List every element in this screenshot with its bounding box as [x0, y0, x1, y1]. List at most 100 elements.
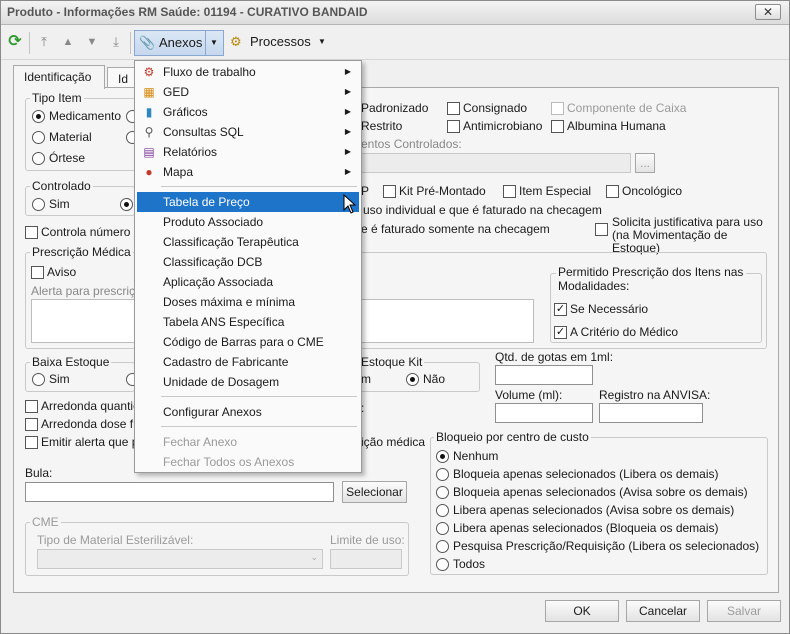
toolbar-separator — [130, 32, 131, 54]
radio-bloqueio-3[interactable] — [436, 504, 449, 517]
se-necessario-label: Se Necessário — [570, 302, 649, 316]
tab-identificacao[interactable]: Identificação — [13, 65, 105, 89]
bloqueio-option-label: Bloqueia apenas selecionados (Libera os … — [453, 467, 719, 481]
consignado-checkbox[interactable] — [447, 102, 460, 115]
radio-medicamento-label: Medicamento — [49, 109, 122, 123]
submenu-arrow-icon: ▶ — [344, 167, 351, 176]
chevron-down-icon[interactable]: ▼ — [210, 31, 218, 55]
menu-item-fluxo-trabalho[interactable]: ⚙ Fluxo de trabalho ▶ — [137, 62, 359, 82]
radio-bloqueio-4[interactable] — [436, 522, 449, 535]
albumina-checkbox[interactable] — [551, 120, 564, 133]
radio-estoque-kit-nao-label: Não — [423, 372, 446, 386]
processos-button[interactable]: ⚙ Processos ▼ — [228, 30, 328, 56]
menu-item-classificacao-dcb[interactable]: Classificação DCB — [137, 252, 359, 272]
menu-item-label: Classificação Terapêutica — [163, 235, 299, 249]
criterio-medico-checkbox[interactable]: ✓ — [554, 326, 567, 339]
item-especial-checkbox[interactable] — [503, 185, 516, 198]
previous-record-icon[interactable]: ▲ — [59, 33, 77, 51]
limite-uso-input[interactable] — [330, 549, 402, 569]
radio-material-label: Material — [49, 130, 92, 144]
se-necessario-checkbox[interactable]: ✓ — [554, 303, 567, 316]
radio-estoque-kit-nao[interactable] — [406, 373, 419, 386]
menu-item-aplicacao-associada[interactable]: Aplicação Associada — [137, 272, 359, 292]
controlados-browse-button[interactable]: ... — [635, 153, 655, 173]
radio-bloqueio-2[interactable] — [436, 486, 449, 499]
kit-premontado-checkbox[interactable] — [383, 185, 396, 198]
menu-item-consultas-sql[interactable]: ⚲ Consultas SQL ▶ — [137, 122, 359, 142]
radio-ortese[interactable] — [32, 152, 45, 165]
emitir-alerta-label: Emitir alerta que p — [41, 435, 139, 449]
bloqueio-option-label: Nenhum — [453, 449, 499, 463]
menu-item-tabela-ans[interactable]: Tabela ANS Específica — [137, 312, 359, 332]
radio-controlado-nao[interactable] — [120, 198, 133, 211]
arredonda-quantidade-checkbox[interactable] — [25, 400, 38, 413]
aviso-checkbox[interactable] — [31, 266, 44, 279]
anvisa-label: Registro na ANVISA: — [599, 388, 711, 402]
menu-item-graficos[interactable]: ▮ Gráficos ▶ — [137, 102, 359, 122]
bula-label: Bula: — [25, 466, 53, 480]
menu-item-unidade-dosagem[interactable]: Unidade de Dosagem — [137, 372, 359, 392]
ok-button[interactable]: OK — [545, 600, 619, 622]
tipo-item-label: Tipo Item — [30, 91, 84, 105]
arredonda-dose-checkbox[interactable] — [25, 418, 38, 431]
radio-baixa-sim[interactable] — [32, 373, 45, 386]
gotas-input[interactable] — [495, 365, 593, 385]
radio-medicamento[interactable] — [32, 110, 45, 123]
menu-item-fechar-anexo[interactable]: Fechar Anexo — [137, 432, 359, 452]
radio-bloqueio-nenhum[interactable] — [436, 450, 449, 463]
oncologico-checkbox[interactable] — [606, 185, 619, 198]
menu-item-mapa[interactable]: ● Mapa ▶ — [137, 162, 359, 182]
radio-bloqueio-1[interactable] — [436, 468, 449, 481]
menu-item-label: Cadastro de Fabricante — [163, 355, 289, 369]
last-record-icon[interactable]: ⤓ — [107, 33, 125, 51]
emitir-alerta-checkbox[interactable] — [25, 436, 38, 449]
toolbar: ⟳ ⤒ ▲ ▼ ⤓ 📎 Anexos ▼ ⚙ Processos ▼ — [1, 26, 789, 60]
radio-bloqueio-6[interactable] — [436, 558, 449, 571]
oncologico-label: Oncológico — [622, 184, 683, 198]
controla-numero-checkbox[interactable] — [25, 226, 38, 239]
menu-item-label: Gráficos — [163, 105, 208, 119]
next-record-icon[interactable]: ▼ — [83, 33, 101, 51]
menu-item-configurar-anexos[interactable]: Configurar Anexos — [137, 402, 359, 422]
bloqueio-option-label: Pesquisa Prescrição/Requisição (Libera o… — [453, 539, 760, 553]
permitido-label: Permitido Prescrição dos Itens nas Modal… — [556, 265, 746, 293]
bula-input[interactable] — [25, 482, 334, 502]
product-window: Produto - Informações RM Saúde: 01194 - … — [0, 0, 790, 634]
save-button[interactable]: Salvar — [707, 600, 781, 622]
menu-item-doses[interactable]: Doses máxima e mínima — [137, 292, 359, 312]
controlado-label: Controlado — [30, 179, 93, 193]
bloqueio-label: Bloqueio por centro de custo — [434, 430, 591, 444]
menu-item-relatorios[interactable]: ▤ Relatórios ▶ — [137, 142, 359, 162]
processos-label: Processos — [250, 34, 311, 49]
submenu-arrow-icon: ▶ — [344, 127, 351, 136]
workflow-icon: ⚙ — [143, 65, 155, 79]
menu-item-classificacao-terapeutica[interactable]: Classificação Terapêutica — [137, 232, 359, 252]
controlados-input[interactable] — [361, 153, 631, 173]
tipo-material-select[interactable]: ⌄ — [37, 549, 323, 569]
volume-input[interactable] — [495, 403, 593, 423]
solicita-justificativa-checkbox[interactable] — [595, 223, 608, 236]
menu-item-produto-associado[interactable]: Produto Associado — [137, 212, 359, 232]
menu-item-cadastro-fabricante[interactable]: Cadastro de Fabricante — [137, 352, 359, 372]
radio-controlado-sim[interactable] — [32, 198, 45, 211]
chevron-down-icon[interactable]: ▼ — [318, 30, 326, 54]
menu-item-label: Tabela ANS Específica — [163, 315, 285, 329]
componente-caixa-checkbox[interactable] — [551, 102, 564, 115]
close-button[interactable]: ✕ — [755, 4, 781, 20]
restrito-label: Restrito — [361, 119, 403, 133]
radio-material[interactable] — [32, 131, 45, 144]
submenu-arrow-icon: ▶ — [344, 147, 351, 156]
refresh-icon[interactable]: ⟳ — [6, 33, 24, 51]
menu-item-tabela-preco[interactable]: Tabela de Preço — [137, 192, 359, 212]
antimicrobiano-checkbox[interactable] — [447, 120, 460, 133]
first-record-icon[interactable]: ⤒ — [35, 33, 53, 51]
tab-label: Id — [118, 72, 129, 86]
menu-item-fechar-todos[interactable]: Fechar Todos os Anexos — [137, 452, 359, 472]
radio-bloqueio-5[interactable] — [436, 540, 449, 553]
menu-item-codigo-barras-cme[interactable]: Código de Barras para o CME — [137, 332, 359, 352]
menu-item-ged[interactable]: ▦ GED ▶ — [137, 82, 359, 102]
cancel-button[interactable]: Cancelar — [626, 600, 700, 622]
anexos-button[interactable]: 📎 Anexos ▼ — [134, 30, 224, 56]
anvisa-input[interactable] — [599, 403, 703, 423]
selecionar-button[interactable]: Selecionar — [342, 481, 407, 503]
